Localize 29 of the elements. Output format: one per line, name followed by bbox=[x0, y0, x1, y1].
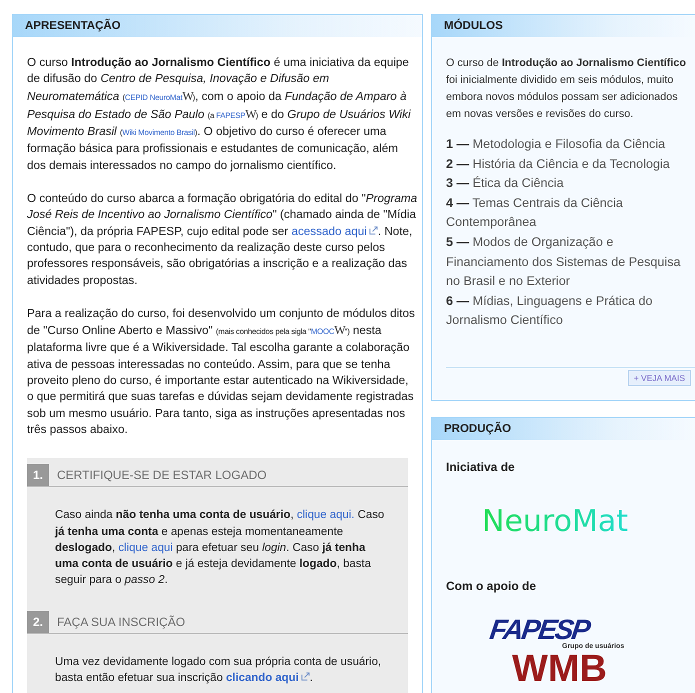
paragraph-text: O conteúdo do curso abarca a formação obrigatória do edital do "Programa José Reis de Incentivo ao Jornalismo Científico" (chamado ainda de "Mídia Ciência"), da própria FAPESP, cujo edital pode ser acessado aqui . Note, contudo, que para o reconhecimento da realização deste curso pelos professores responsáveis, são obrigatórias a inscrição e a realização das atividades propostas. bbox=[27, 191, 418, 289]
step-title: FAÇA SUA INSCRIÇÃO bbox=[56, 614, 186, 631]
module-item[interactable]: 3 — Ética da Ciência bbox=[446, 174, 695, 194]
link[interactable]: clicando aqui bbox=[226, 672, 299, 684]
wmb-logo[interactable]: WMB bbox=[512, 650, 607, 687]
external-link-icon bbox=[368, 226, 378, 235]
link[interactable]: clique aqui. bbox=[296, 509, 354, 522]
module-item[interactable]: 1 — Metodologia e Filosofia da Ciência bbox=[446, 135, 695, 155]
fapesp-logo[interactable]: FAPESP bbox=[488, 616, 590, 643]
intro-text: O curso de Introdução ao Jornalismo Científico foi inicialmente dividido em seis módulos, muito embora novos módulos possam ser adicionados em novas versões e revisões do curso. bbox=[446, 56, 687, 122]
see-more-button[interactable]: + VEJA MAIS bbox=[628, 370, 691, 386]
step-text: Caso ainda não tenha uma conta de usuário, clique aqui. Caso já tenha uma conta e apenas esteja momentaneamente deslogado, clique aqui para efetuar seu login. Caso já tenha uma conta de usuário e já esteja devidamente logado, basta seguir para o passo 2. bbox=[54, 508, 386, 588]
step-text: Uma vez devidamente logado com sua própria conta de usuário, basta então efetuar sua inscrição clicando aqui . bbox=[54, 654, 382, 686]
module-item[interactable]: 6 — Mídias, Linguagens e Prática do Jornalismo Científico bbox=[446, 292, 695, 331]
module-item[interactable]: 5 — Modos de Organização e Financiamento dos Sistemas de Pesquisa no Brasil e no Exterior bbox=[446, 232, 695, 292]
link[interactable]: clique aqui bbox=[118, 542, 173, 554]
external-link-icon bbox=[300, 672, 310, 682]
step-number: 1. bbox=[27, 464, 49, 486]
section-label: Iniciativa de bbox=[446, 460, 516, 474]
step-number: 2. bbox=[27, 610, 49, 633]
link[interactable]: acessado aqui bbox=[291, 224, 367, 238]
module-item[interactable]: 2 — História da Ciência e da Tecnologia bbox=[446, 154, 695, 174]
step-title: CERTIFIQUE-SE DE ESTAR LOGADO bbox=[56, 467, 267, 484]
wikipedia-icon[interactable]: W bbox=[334, 323, 345, 338]
module-item[interactable]: 4 — Temas Centrais da Ciência Contemporânea bbox=[446, 194, 695, 233]
panel-header: APRESENTAÇÃO bbox=[13, 15, 422, 37]
section-label: Com o apoio de bbox=[446, 578, 537, 593]
wikipedia-icon[interactable]: W bbox=[182, 88, 193, 103]
wikipedia-icon[interactable]: W bbox=[245, 106, 256, 121]
